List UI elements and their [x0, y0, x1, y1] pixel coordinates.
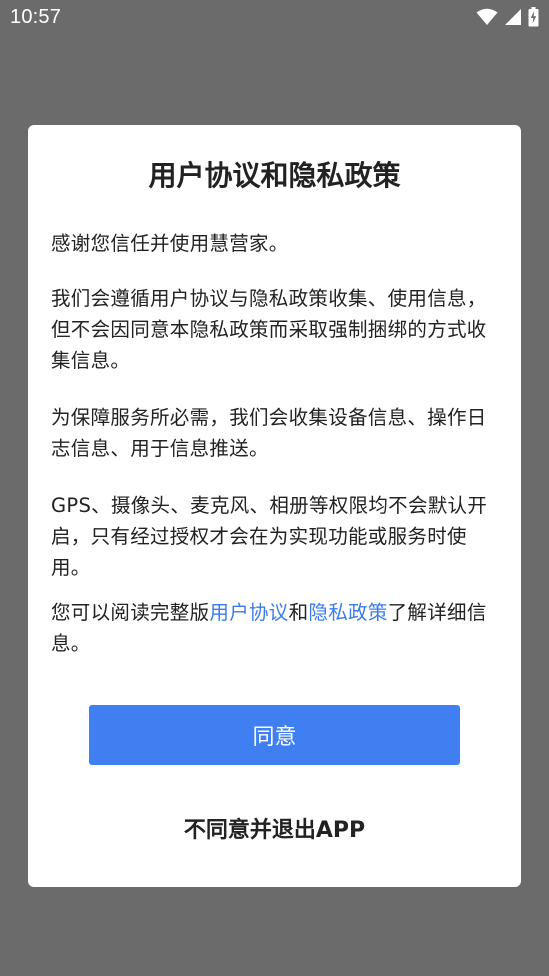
user-agreement-link[interactable]: 用户协议 [209, 601, 288, 624]
status-time: 10:57 [10, 6, 62, 28]
dialog-title: 用户协议和隐私政策 [148, 159, 401, 192]
dialog-paragraph-permissions: GPS、摄像头、麦克风、相册等权限均不会默认开启，只有经过授权才会在为实现功能或… [51, 494, 488, 579]
signal-icon [504, 8, 522, 26]
dialog-paragraph-read-more: 您可以阅读完整版用户协议和隐私政策了解详细信息。 [51, 597, 503, 659]
wifi-icon [476, 8, 498, 26]
agree-button[interactable]: 同意 [89, 705, 460, 765]
read-more-prefix: 您可以阅读完整版 [51, 601, 210, 624]
status-bar: 10:57 [0, 0, 549, 36]
dialog-paragraph-thanks: 感谢您信任并使用慧营家。 [51, 232, 289, 255]
dialog-paragraph-necessity: 为保障服务所必需，我们会收集设备信息、操作日志信息、用于信息推送。 [51, 406, 487, 460]
battery-charging-icon [528, 7, 539, 27]
read-more-and: 和 [288, 601, 309, 624]
disagree-exit-button[interactable]: 不同意并退出APP [89, 806, 460, 850]
privacy-policy-link[interactable]: 隐私政策 [308, 601, 387, 624]
dialog-paragraph-collection: 我们会遵循用户协议与隐私政策收集、使用信息，但不会因同意本隐私政策而采取强制捆绑… [51, 287, 487, 372]
status-icons [476, 7, 539, 27]
